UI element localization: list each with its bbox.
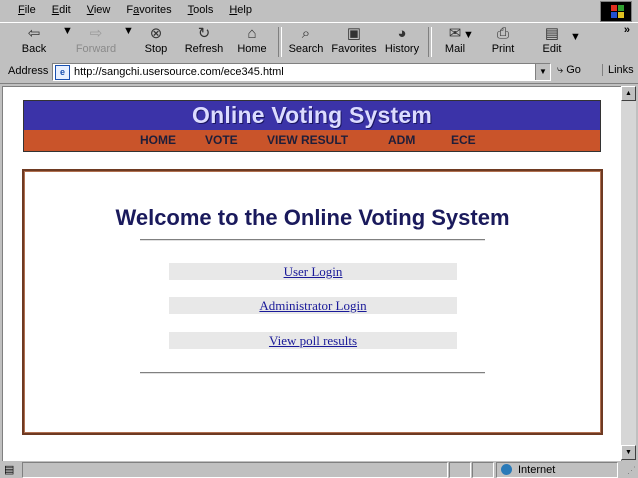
toolbar-separator	[428, 27, 432, 57]
page-icon: e	[55, 65, 70, 80]
address-dropdown-icon[interactable]: ▼	[535, 64, 550, 80]
internet-globe-icon	[501, 464, 512, 475]
status-text-pane	[22, 462, 448, 478]
toolbar: ⇦ Back ▼ ⇨ Forward ▼ ⊗ Stop ↻ Refresh ⌂ …	[0, 22, 638, 62]
back-arrow-icon: ⇦	[27, 25, 41, 42]
stop-button[interactable]: ⊗ Stop	[137, 25, 175, 59]
mail-dropdown-icon[interactable]: ▼	[463, 29, 474, 63]
link-row-poll-results: View poll results	[169, 332, 457, 349]
favorites-button[interactable]: ▣ Favorites	[331, 25, 377, 59]
edit-button[interactable]: ▤ Edit	[538, 25, 566, 59]
address-url: http://sangchi.usersource.com/ece345.htm…	[74, 66, 284, 78]
forward-button[interactable]: ⇨ Forward	[72, 25, 120, 59]
scroll-down-icon[interactable]: ▼	[621, 445, 636, 460]
menu-bar: File Edit View Favorites Tools Help	[0, 0, 638, 22]
printer-icon: ⎙	[496, 25, 509, 42]
view-poll-results-link[interactable]: View poll results	[269, 333, 357, 348]
scroll-up-icon[interactable]: ▲	[621, 86, 636, 101]
menu-view[interactable]: View	[79, 3, 119, 17]
forward-arrow-icon: ⇨	[89, 25, 103, 42]
nav-vote[interactable]: VOTE	[205, 133, 238, 147]
user-login-link[interactable]: User Login	[284, 264, 343, 279]
edit-dropdown-icon[interactable]: ▼	[570, 31, 581, 65]
vertical-scrollbar[interactable]: ▲ ▼	[621, 86, 636, 460]
status-pane	[472, 462, 494, 478]
welcome-heading: Welcome to the Online Voting System	[115, 205, 510, 230]
page-viewport: Online Voting System HOME VOTE VIEW RESU…	[2, 86, 622, 462]
welcome-panel: Welcome to the Online Voting System User…	[22, 169, 603, 435]
nav-adm[interactable]: ADM	[388, 133, 415, 147]
site-banner: Online Voting System HOME VOTE VIEW RESU…	[23, 100, 601, 152]
menu-help[interactable]: Help	[221, 3, 260, 17]
status-bar: ▤ Internet ⋰	[0, 461, 638, 478]
edit-icon: ▤	[544, 25, 560, 42]
top-divider	[140, 239, 485, 241]
toolbar-separator	[278, 27, 282, 57]
favorites-folder-icon: ▣	[346, 25, 362, 42]
page-status-icon: ▤	[4, 464, 15, 476]
toolbar-overflow-chevron-icon[interactable]: »	[624, 24, 630, 36]
link-row-user-login: User Login	[169, 263, 457, 280]
security-zone: Internet	[496, 462, 618, 478]
home-icon: ⌂	[247, 25, 257, 42]
nav-home[interactable]: HOME	[140, 133, 176, 147]
refresh-button[interactable]: ↻ Refresh	[182, 25, 226, 59]
administrator-login-link[interactable]: Administrator Login	[259, 298, 366, 313]
site-nav: HOME VOTE VIEW RESULT ADM ECE	[24, 130, 600, 151]
status-pane	[449, 462, 471, 478]
print-button[interactable]: ⎙ Print	[487, 25, 519, 59]
home-button[interactable]: ⌂ Home	[234, 25, 270, 59]
menu-tools[interactable]: Tools	[180, 3, 222, 17]
menu-file[interactable]: File	[10, 3, 44, 17]
resize-grip-icon[interactable]: ⋰	[627, 465, 636, 476]
back-button[interactable]: ⇦ Back	[14, 25, 54, 59]
nav-view-result[interactable]: VIEW RESULT	[267, 133, 348, 147]
link-row-admin-login: Administrator Login	[169, 297, 457, 314]
refresh-icon: ↻	[197, 25, 211, 42]
go-button[interactable]: ⤷ Go	[557, 64, 581, 77]
nav-ece[interactable]: ECE	[451, 133, 476, 147]
links-button[interactable]: Links	[602, 64, 634, 76]
search-button[interactable]: ⌕ Search	[286, 25, 326, 59]
address-bar: Address e http://sangchi.usersource.com/…	[0, 61, 638, 84]
site-title: Online Voting System	[192, 102, 432, 128]
stop-icon: ⊗	[149, 25, 163, 42]
address-label: Address	[8, 65, 49, 77]
history-icon: ◕	[397, 25, 407, 42]
bottom-divider	[140, 372, 485, 374]
menu-edit[interactable]: Edit	[44, 3, 79, 17]
go-arrow-icon: ⤷	[557, 64, 564, 76]
windows-logo-icon	[600, 1, 632, 22]
address-input[interactable]: e http://sangchi.usersource.com/ece345.h…	[52, 63, 551, 81]
forward-dropdown-icon[interactable]: ▼	[123, 25, 134, 59]
search-icon: ⌕	[301, 25, 311, 42]
menu-favorites[interactable]: Favorites	[118, 3, 179, 17]
history-button[interactable]: ◕ History	[383, 25, 421, 59]
